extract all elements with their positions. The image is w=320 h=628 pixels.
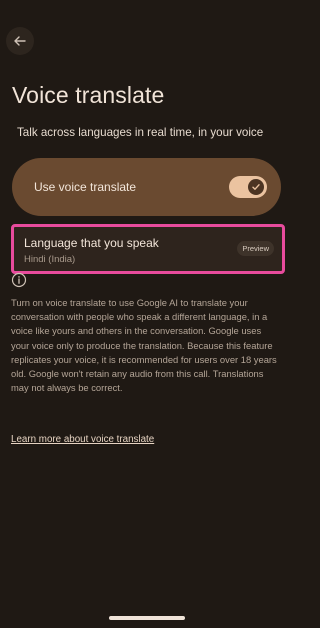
language-value: Hindi (India): [24, 254, 76, 265]
check-icon: [252, 184, 260, 190]
page-subtitle: Talk across languages in real time, in y…: [17, 126, 264, 139]
info-description: Turn on voice translate to use Google AI…: [11, 297, 277, 394]
page-title: Voice translate: [12, 82, 165, 108]
switch-thumb: [248, 179, 264, 195]
voice-translate-toggle-row[interactable]: Use voice translate: [12, 158, 281, 216]
home-indicator[interactable]: [109, 616, 185, 620]
back-button[interactable]: [6, 27, 34, 55]
language-title: Language that you speak: [24, 236, 159, 250]
arrow-left-icon: [14, 36, 26, 46]
voice-translate-switch[interactable]: [229, 176, 267, 198]
toggle-label: Use voice translate: [34, 180, 137, 194]
preview-badge: Preview: [237, 241, 274, 256]
language-row[interactable]: Language that you speak Hindi (India) Pr…: [11, 224, 285, 274]
learn-more-link[interactable]: Learn more about voice translate: [11, 434, 154, 445]
info-icon: [11, 272, 27, 288]
